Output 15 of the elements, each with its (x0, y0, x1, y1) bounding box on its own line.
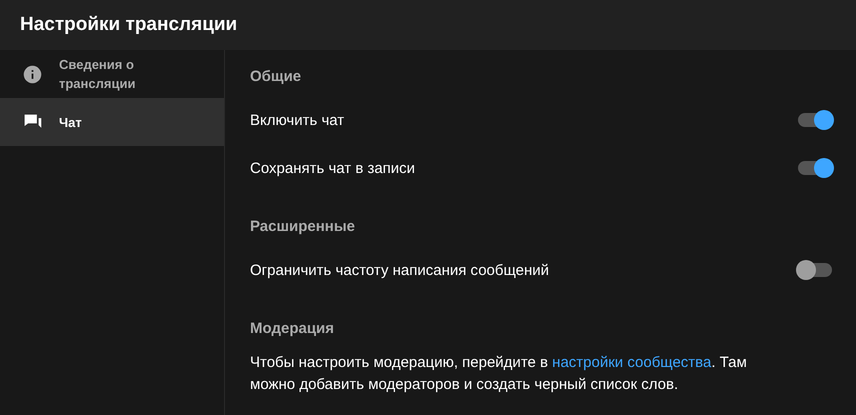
setting-label: Сохранять чат в записи (250, 160, 416, 176)
moderation-description: Чтобы настроить модерацию, перейдите в настройки сообщества. Там можно добавить модераторов и создать черный список слов. (250, 353, 748, 395)
toggle-switch[interactable] (796, 109, 834, 131)
section-heading: Расширенные (250, 217, 355, 237)
sidebar-item[interactable]: Сведения о трансляции (0, 50, 224, 98)
community-settings-link[interactable]: настройки сообщества (552, 354, 712, 371)
setting-label: Включить чат (250, 112, 344, 128)
setting-label: Ограничить частоту написания сообщений (250, 262, 550, 278)
section-heading: Общие (250, 67, 302, 87)
section-heading: Модерация (250, 319, 334, 339)
toggle-switch[interactable] (796, 157, 834, 179)
sidebar-item[interactable]: Чат (0, 98, 224, 146)
window-title: Настройки трансляции (20, 14, 238, 36)
info-icon (22, 64, 43, 84)
toggle-switch[interactable] (796, 259, 834, 281)
